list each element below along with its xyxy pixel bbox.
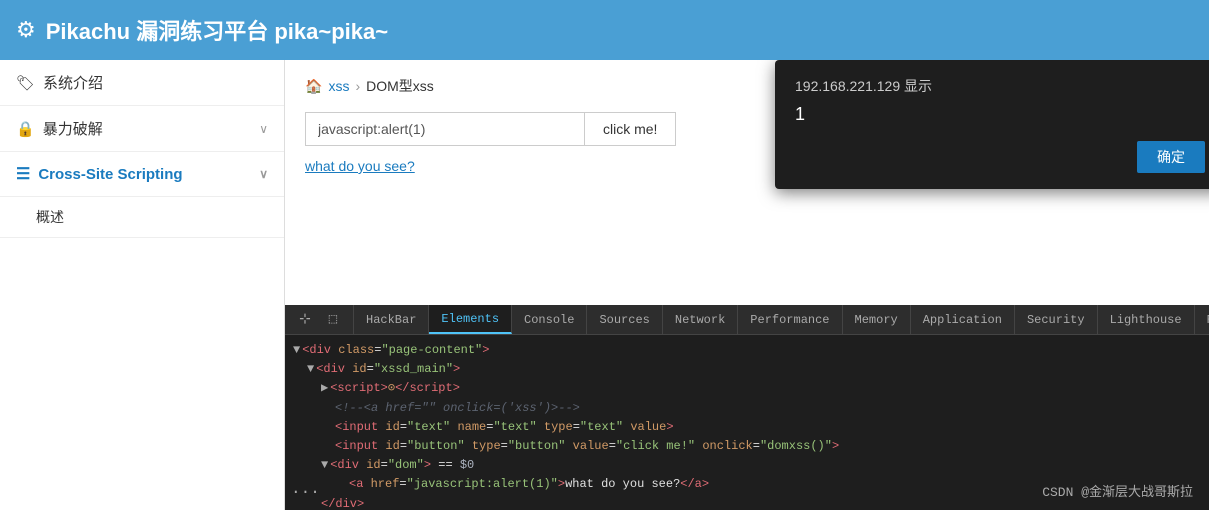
three-dots-menu[interactable]: ...: [285, 480, 326, 498]
tab-hackbar[interactable]: HackBar: [354, 305, 429, 334]
tab-network[interactable]: Network: [663, 305, 738, 334]
tab-performance[interactable]: Performance: [738, 305, 842, 334]
tab-console[interactable]: Console: [512, 305, 587, 334]
sidebar-item-label-bruteforce: 暴力破解: [43, 118, 103, 139]
breadcrumb-sep: ›: [355, 78, 360, 94]
tri-2[interactable]: ▼: [307, 360, 314, 379]
devtools-panel: ⊹ ⬚ HackBar Elements Console Sources Net…: [285, 305, 1209, 510]
devtools-tabs: ⊹ ⬚ HackBar Elements Console Sources Net…: [285, 305, 1209, 335]
tri-7[interactable]: ▼: [321, 456, 328, 475]
breadcrumb-xss-link[interactable]: xss: [328, 78, 349, 94]
code-line-7: ▼ <div id="dom"> == $0: [293, 456, 1201, 475]
tab-memory[interactable]: Memory: [843, 305, 911, 334]
devtools-icon-area: ⊹ ⬚: [285, 305, 354, 335]
code-line-5: <input id="text" name="text" type="text"…: [293, 418, 1201, 437]
chevron-down-icon: ∨: [259, 122, 268, 136]
tag-icon: 🏷: [16, 74, 35, 92]
xss-input[interactable]: [305, 112, 585, 146]
lock-icon: 🔒: [16, 120, 35, 138]
sidebar: 🏷 系统介绍 🔒 暴力破解 ∨ ☰ Cross-Site Scripting ∨…: [0, 60, 285, 510]
tri-1[interactable]: ▼: [293, 341, 300, 360]
sidebar-item-label-xss: Cross-Site Scripting: [38, 166, 182, 183]
watermark: CSDN @金渐层大战哥斯拉: [1042, 481, 1193, 500]
sidebar-item-bruteforce[interactable]: 🔒 暴力破解 ∨: [0, 106, 284, 152]
breadcrumb-current: DOM型xss: [366, 76, 434, 96]
chevron-down-icon-xss: ∨: [259, 167, 268, 181]
alert-popup-title: 192.168.221.129 显示: [795, 76, 1205, 96]
code-line-6: <input id="button" type="button" value="…: [293, 437, 1201, 456]
content-area: 🏠 xss › DOM型xss click me! what do you se…: [285, 60, 1209, 510]
alert-ok-button[interactable]: 确定: [1137, 141, 1205, 173]
code-line-1: ▼ <div class="page-content">: [293, 341, 1201, 360]
code-line-4: <!--<a href="" onclick=('xss')>-->: [293, 399, 1201, 418]
inspect-icon[interactable]: ⬚: [319, 305, 347, 335]
sidebar-item-intro[interactable]: 🏷 系统介绍: [0, 60, 284, 106]
alert-popup: 192.168.221.129 显示 1 确定: [775, 60, 1209, 189]
code-line-3: ▶ <script>⊙</script>: [293, 379, 1201, 398]
sidebar-item-xss[interactable]: ☰ Cross-Site Scripting ∨: [0, 152, 284, 197]
sidebar-sub-item-overview[interactable]: 概述: [0, 197, 284, 238]
tri-3[interactable]: ▶: [321, 379, 328, 398]
sub-item-label-overview: 概述: [36, 209, 64, 225]
sidebar-item-label-intro: 系统介绍: [43, 72, 103, 93]
header: ⚙ Pikachu 漏洞练习平台 pika~pika~: [0, 0, 1209, 60]
click-me-button[interactable]: click me!: [585, 112, 676, 146]
tab-security[interactable]: Security: [1015, 305, 1098, 334]
code-line-2: ▼ <div id="xssd_main">: [293, 360, 1201, 379]
main-layout: 🏷 系统介绍 🔒 暴力破解 ∨ ☰ Cross-Site Scripting ∨…: [0, 60, 1209, 510]
list-icon: ☰: [16, 164, 30, 184]
alert-popup-value: 1: [795, 104, 1205, 125]
tab-recorder[interactable]: Recorder ⚗: [1195, 305, 1209, 334]
header-icon: ⚙: [16, 17, 36, 43]
header-title: Pikachu 漏洞练习平台 pika~pika~: [46, 14, 388, 46]
cursor-icon[interactable]: ⊹: [291, 305, 319, 335]
tab-lighthouse[interactable]: Lighthouse: [1098, 305, 1195, 334]
tab-application[interactable]: Application: [911, 305, 1015, 334]
tab-sources[interactable]: Sources: [587, 305, 662, 334]
what-do-you-see-link[interactable]: what do you see?: [305, 158, 415, 174]
tab-elements[interactable]: Elements: [429, 305, 512, 334]
home-icon[interactable]: 🏠: [305, 78, 322, 95]
